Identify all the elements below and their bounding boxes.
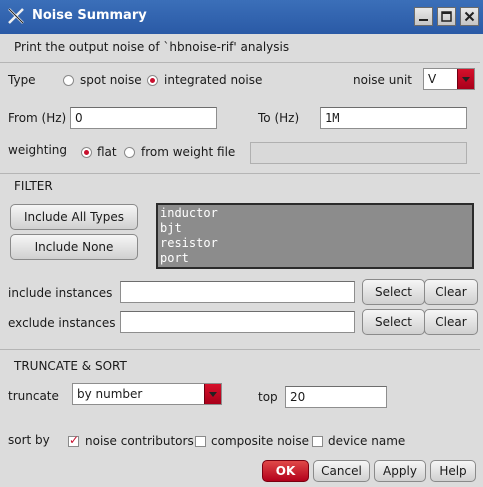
minimize-icon (419, 19, 428, 21)
chevron-down-icon (204, 384, 221, 404)
close-icon (464, 11, 475, 22)
divider (0, 62, 480, 63)
type-label: Type (8, 73, 36, 87)
list-item[interactable]: inductor (160, 206, 470, 221)
maximize-icon (441, 11, 452, 22)
close-button[interactable] (460, 7, 479, 26)
title-bar[interactable]: Noise Summary (0, 0, 483, 34)
truncate-select[interactable]: by number (72, 383, 222, 405)
composite-noise-checkbox[interactable] (195, 436, 206, 447)
flat-label: flat (97, 145, 117, 159)
include-all-types-button[interactable]: Include All Types (10, 204, 138, 230)
spot-noise-label: spot noise (80, 73, 142, 87)
x-logo-icon (8, 8, 24, 24)
apply-button[interactable]: Apply (374, 460, 426, 482)
cancel-button[interactable]: Cancel (313, 460, 370, 482)
minimize-button[interactable] (414, 7, 433, 26)
device-name-label: device name (328, 434, 406, 448)
include-select-button[interactable]: Select (362, 279, 425, 305)
exclude-select-button[interactable]: Select (362, 309, 425, 335)
noise-unit-select[interactable]: V (423, 68, 475, 90)
noise-unit-value: V (428, 72, 437, 86)
filter-section-title: FILTER (14, 179, 53, 193)
divider (0, 349, 480, 350)
exclude-instances-label: exclude instances (8, 316, 116, 330)
integrated-noise-radio[interactable] (147, 75, 158, 86)
include-clear-button[interactable]: Clear (424, 279, 478, 305)
from-field[interactable]: 0 (70, 107, 217, 129)
device-name-checkbox[interactable] (312, 436, 323, 447)
spot-noise-radio[interactable] (63, 75, 74, 86)
truncate-section-title: TRUNCATE & SORT (14, 359, 127, 373)
sort-by-label: sort by (8, 433, 50, 447)
help-button[interactable]: Help (430, 460, 476, 482)
weighting-label: weighting (8, 143, 68, 157)
list-item[interactable]: port (160, 251, 470, 266)
composite-noise-label: composite noise (211, 434, 309, 448)
integrated-noise-label: integrated noise (164, 73, 263, 87)
divider (0, 173, 480, 174)
include-none-button[interactable]: Include None (10, 234, 138, 260)
noise-contributors-label: noise contributors (85, 434, 194, 448)
maximize-button[interactable] (437, 7, 456, 26)
noise-contributors-checkbox[interactable] (68, 433, 79, 447)
flat-radio[interactable] (81, 147, 92, 158)
to-label: To (Hz) (258, 111, 300, 125)
from-label: From (Hz) (8, 111, 67, 125)
include-instances-field[interactable] (120, 281, 355, 303)
exclude-clear-button[interactable]: Clear (424, 309, 478, 335)
list-item[interactable]: resistor (160, 236, 470, 251)
window-title: Noise Summary (32, 8, 147, 23)
weight-file-radio[interactable] (124, 147, 135, 158)
noise-unit-label: noise unit (353, 73, 412, 87)
ok-button[interactable]: OK (262, 460, 309, 482)
include-instances-label: include instances (8, 286, 113, 300)
exclude-instances-field[interactable] (120, 311, 355, 333)
header-text: Print the output noise of `hbnoise-rif' … (14, 40, 290, 54)
truncate-label: truncate (8, 389, 59, 403)
chevron-down-icon (457, 69, 474, 89)
top-field[interactable]: 20 (285, 386, 387, 408)
weight-file-label: from weight file (141, 145, 236, 159)
to-field[interactable]: 1M (320, 107, 467, 129)
truncate-value: by number (77, 387, 143, 401)
list-item[interactable]: bjt (160, 221, 470, 236)
weight-file-field[interactable] (250, 142, 467, 164)
types-listbox[interactable]: inductor bjt resistor port (156, 203, 474, 269)
top-label: top (258, 390, 278, 404)
